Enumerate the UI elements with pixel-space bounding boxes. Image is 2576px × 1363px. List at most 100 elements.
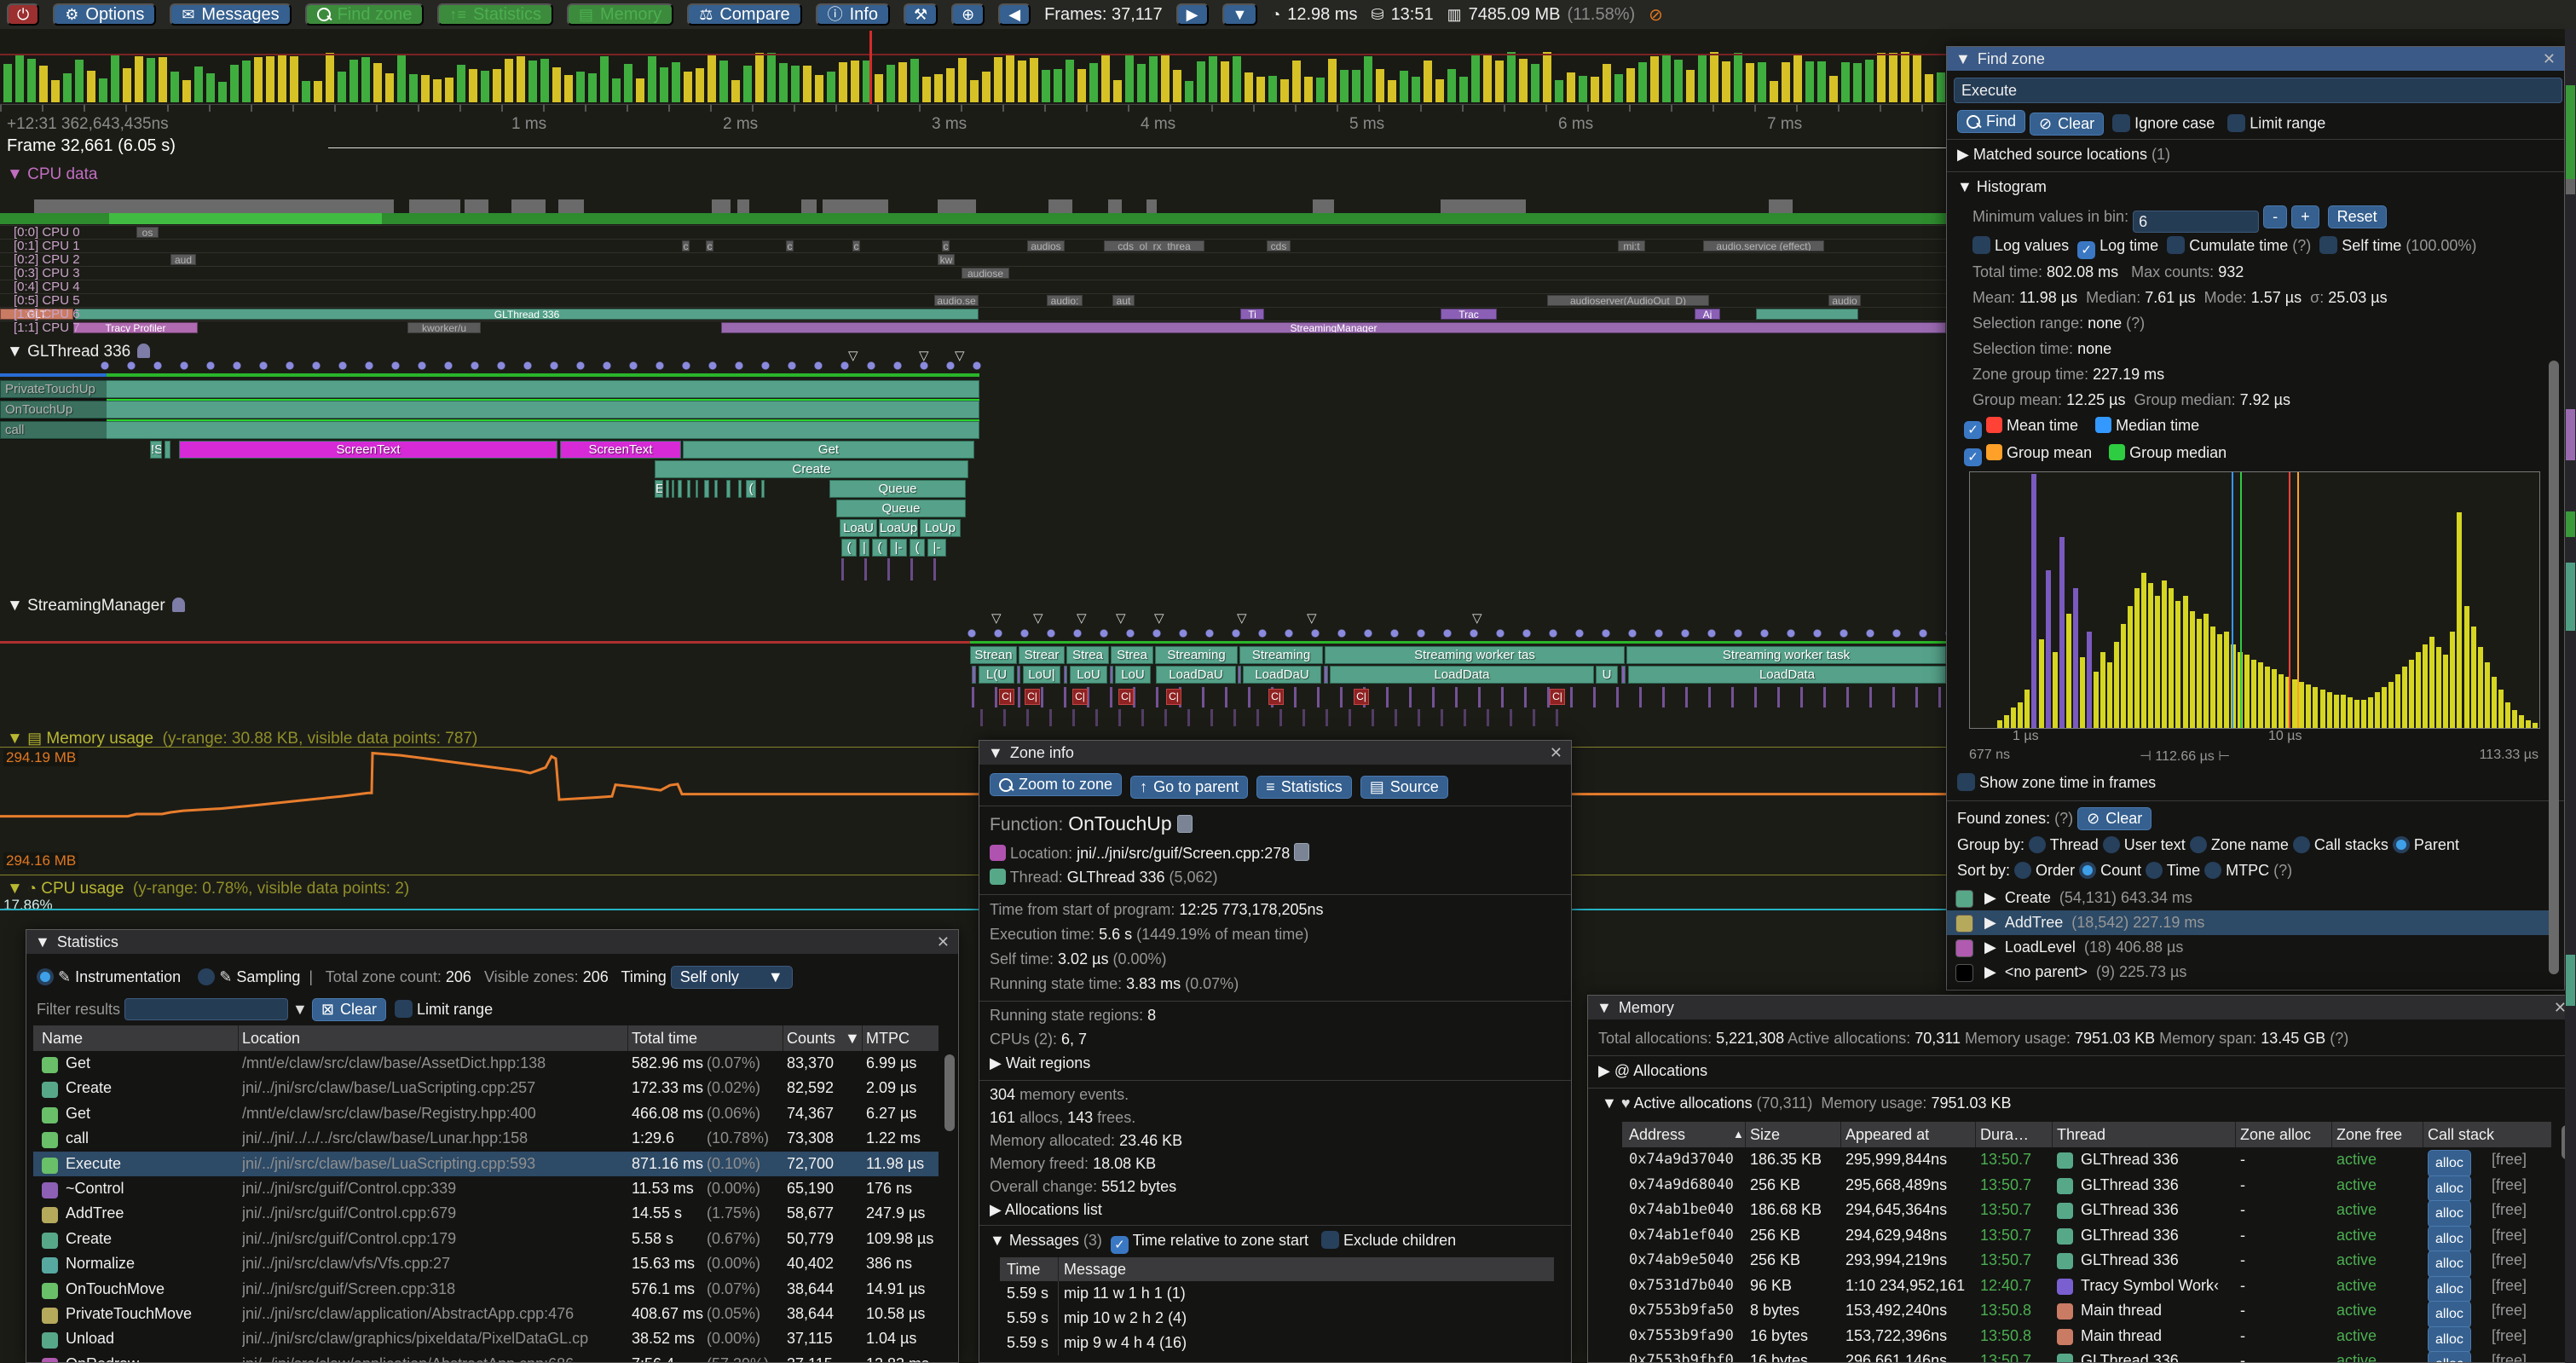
group-checkbox[interactable]: ✓ [1964,448,1982,466]
table-row[interactable]: Create jni/../jni/src/guif/Control.cpp:1… [33,1227,939,1251]
prev-frame-button[interactable]: ◀ [998,3,1031,26]
zone[interactable]: c [706,240,713,251]
log-values-checkbox[interactable] [1972,236,1990,254]
found-clear-button[interactable]: ⊘Clear [2077,807,2151,830]
log-time-checkbox[interactable]: ✓ [2077,241,2095,259]
zone[interactable]: C| [1072,689,1088,705]
user-text-radio[interactable] [2103,836,2120,853]
cpu-row[interactable]: [0:3] CPU 3audiose [0,266,1946,280]
zone[interactable]: Strean [970,646,1017,664]
cpu-row[interactable]: [0:0] CPU 0os [0,225,1946,240]
table-row[interactable]: Execute jni/../jni/src/claw/base/LuaScri… [33,1152,939,1176]
zone[interactable] [1756,309,1858,320]
zone[interactable] [726,480,731,498]
zone[interactable]: C| [1268,689,1284,705]
zone[interactable]: ( [841,539,857,557]
zone[interactable]: ScreenText [560,441,681,459]
allocation-row[interactable]: 0x74ab1ef040 256 KB 294,629,948ns 13:50.… [1622,1223,2551,1249]
message-marker-icon[interactable]: ▽ [1077,610,1087,626]
wait-regions-toggle[interactable]: ▶ Wait regions [990,1054,1090,1072]
zone[interactable]: audio.service (effect) [1703,240,1824,251]
zone[interactable]: C| [999,689,1014,705]
table-row[interactable]: Get /mnt/e/claw/src/claw/base/AssetDict.… [33,1051,939,1076]
minus-button[interactable]: - [2263,205,2287,228]
info-button[interactable]: ⓘInfo [816,3,890,26]
statistics-button[interactable]: ↑≡Statistics [437,3,553,26]
found-zone-row[interactable]: ▶ Create (54,131) 643.34 ms [1947,886,2552,910]
allocations-list-toggle[interactable]: ▶ Allocations list [990,1201,1102,1219]
order-radio[interactable] [2014,862,2031,879]
zone[interactable]: L(U [979,666,1014,684]
zone-name-radio[interactable] [2190,836,2207,853]
zone[interactable]: LoadDaU [1243,666,1321,684]
zone[interactable]: C| [1550,689,1565,705]
copy-icon[interactable] [1294,843,1309,861]
memory-titlebar[interactable]: ▼ Memory✕ [1588,996,2575,1019]
message-marker-icon[interactable]: ▽ [1033,610,1043,626]
allocation-row[interactable]: 0x7553b9fbf0 16 bytes 296,661,146ns 13:5… [1622,1349,2551,1362]
zone[interactable] [1064,666,1067,684]
table-row[interactable]: Get /mnt/e/claw/src/claw/base/Registry.h… [33,1101,939,1126]
zone[interactable]: PrivateTouchUp [0,380,979,398]
table-row[interactable]: OnTouchMove jni/../jni/src/guif/Screen.c… [33,1277,939,1302]
min-bin-input[interactable]: 6 [2133,211,2259,233]
tools-button[interactable]: ⚒ [904,3,938,26]
table-row[interactable]: Normalize jni/../jni/src/claw/vfs/Vfs.cp… [33,1251,939,1276]
timeline-ruler[interactable]: +12:31 362,643,435ns 1 ms2 ms3 ms4 ms5 m… [0,104,1946,136]
zone[interactable]: ( [746,480,756,498]
found-zone-row[interactable]: ▶ <no parent> (9) 225.73 µs [1947,960,2552,985]
zone[interactable]: C| [1025,689,1040,705]
message-marker-icon[interactable]: ▽ [1154,610,1164,626]
time-radio[interactable] [2146,862,2163,879]
zone[interactable] [696,480,698,498]
zone[interactable]: LoU| [1023,666,1060,684]
clear-button[interactable]: ⊠Clear [312,998,386,1021]
message-row[interactable]: 5.59 s mip 11 w 1 h 1 (1) [1000,1281,1554,1306]
zone[interactable]: Streaming worker task [1626,646,1946,664]
close-icon[interactable]: ✕ [2543,50,2556,68]
allocation-row[interactable]: 0x7553b9fa50 8 bytes 153,492,240ns 13:50… [1622,1298,2551,1324]
filter-input[interactable] [124,998,288,1020]
count-radio[interactable] [2079,862,2096,879]
zone[interactable] [165,441,170,459]
messages-table-header[interactable]: Time Message [1000,1257,1554,1281]
zone[interactable]: audio: [1047,295,1083,306]
message-marker-icon[interactable]: ▽ [991,610,1002,626]
compare-button[interactable]: ⚖Compare [687,3,801,26]
zone[interactable]: Strea [1066,646,1109,664]
table-row[interactable]: PrivateTouchMove jni/../jni/src/claw/app… [33,1302,939,1326]
zone[interactable] [687,480,690,498]
zone[interactable] [1238,666,1241,684]
zone[interactable]: kw [938,254,955,265]
zone[interactable]: Queue [836,500,966,517]
memory-table-header[interactable]: Address▲ Size Appeared at Dura… Thread Z… [1622,1122,2551,1147]
memory-button[interactable]: ▤Memory [567,3,673,26]
zone[interactable]: Ti [1240,309,1264,320]
parent-radio[interactable] [2393,836,2410,853]
message-marker-icon[interactable]: ▽ [1237,610,1247,626]
active-allocations-toggle[interactable]: ▼ ♥ Active allocations (70,311) Memory u… [1602,1094,2012,1112]
zoom-button[interactable]: ⊕ [951,3,985,26]
options-button[interactable]: ⚙Options [53,3,156,26]
found-zone-row[interactable]: ▶ AddTree (18,542) 227.19 ms [1947,910,2552,935]
message-row[interactable]: 5.59 s mip 9 w 4 h 4 (16) [1000,1331,1554,1355]
sampling-radio[interactable] [198,968,215,985]
show-zone-time-checkbox[interactable] [1957,773,1975,791]
message-marker-icon[interactable]: ▽ [1472,610,1482,626]
zone[interactable]: audio [1828,295,1861,306]
zone[interactable] [972,666,976,684]
allocations-toggle[interactable]: ▶ @ Allocations [1598,1062,1707,1080]
allocation-row[interactable]: 0x74ab9e5040 256 KB 293,994,219ns 13:50.… [1622,1248,2551,1273]
time-relative-checkbox[interactable]: ✓ [1111,1236,1129,1254]
table-row[interactable]: call jni/../jni/../../../src/claw/base/L… [33,1126,939,1151]
reset-button[interactable]: Reset [2328,205,2387,228]
exclude-children-checkbox[interactable] [1321,1231,1339,1249]
timing-dropdown[interactable]: Self only ▼ [671,966,793,989]
allocation-row[interactable]: 0x74a9d68040 256 KB 295,668,489ns 13:50.… [1622,1173,2551,1198]
zone[interactable]: ( [872,539,887,557]
allocation-row[interactable]: 0x74ab1be040 186.68 KB 294,645,364ns 13:… [1622,1198,2551,1223]
zone[interactable]: Trac [1441,309,1497,320]
zone[interactable]: Aj [1695,309,1720,320]
zone[interactable]: LoUp [920,519,961,537]
call-stacks-radio[interactable] [2293,836,2310,853]
